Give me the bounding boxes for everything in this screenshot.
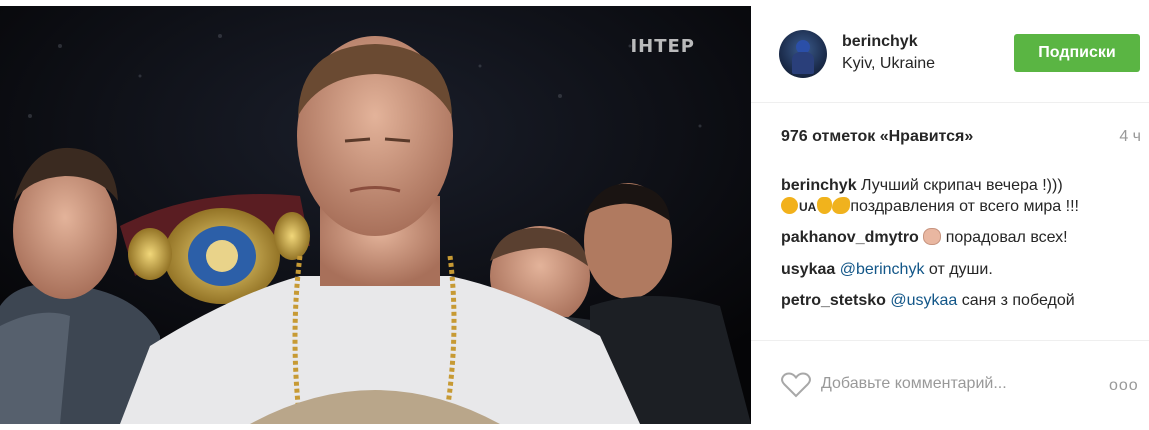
comment-mention[interactable]: @usykaa <box>890 292 957 309</box>
comments-list: berinchyk Лучший скрипач вечера !))) UA п… <box>781 176 1141 336</box>
ua-flag-icon: UA <box>799 199 817 214</box>
comment-item: pakhanov_dmytro порадовал всех! <box>781 228 1141 249</box>
comment-text: от души. <box>928 260 993 278</box>
likes-count[interactable]: 976 отметок «Нравится» <box>781 128 973 146</box>
post-header: berinchyk Kyiv, Ukraine Подписки <box>751 0 1149 103</box>
post-footer: ooo <box>751 340 1149 430</box>
comment-text-continued: поздравления от всего мира !!! <box>850 197 1079 215</box>
flexed-biceps-icon <box>832 196 851 214</box>
comment-text: Лучший скрипач вечера !))) <box>861 177 1063 194</box>
username-link[interactable]: berinchyk <box>842 33 918 51</box>
post-time[interactable]: 4 ч <box>1119 128 1141 146</box>
more-options-icon[interactable]: ooo <box>1109 377 1139 395</box>
likes-row: 976 отметок «Нравится» 4 ч <box>781 128 1141 150</box>
tv-channel-watermark: ІНТЕР <box>630 36 695 57</box>
comment-mention[interactable]: @berinchyk <box>840 261 925 278</box>
like-heart-icon[interactable] <box>781 372 811 398</box>
comment-item: usykaa @berinchyk от души. <box>781 260 1141 281</box>
following-button[interactable]: Подписки <box>1014 34 1140 72</box>
post-sidebar: berinchyk Kyiv, Ukraine Подписки 976 отм… <box>751 0 1149 429</box>
comment-username[interactable]: usykaa <box>781 261 835 278</box>
fist-icon <box>923 228 942 245</box>
comment-text: порадовал всех! <box>945 229 1068 246</box>
comment-input[interactable] <box>821 373 1061 395</box>
comment-username[interactable]: berinchyk <box>781 177 857 194</box>
location-link[interactable]: Kyiv, Ukraine <box>842 55 935 73</box>
winking-face-icon <box>781 196 798 214</box>
instagram-post: ІНТЕР berinchyk Kyiv, Ukraine Подписки 9… <box>0 0 1149 429</box>
avatar[interactable] <box>779 30 827 78</box>
comment-item: petro_stetsko @usykaa саня з победой <box>781 291 1141 312</box>
post-photo[interactable]: ІНТЕР <box>0 6 751 424</box>
comment-username[interactable]: petro_stetsko <box>781 292 886 309</box>
ok-hand-icon <box>817 196 833 214</box>
comment-item: berinchyk Лучший скрипач вечера !))) UA п… <box>781 176 1141 217</box>
avatar-body <box>792 52 814 74</box>
comment-text: саня з победой <box>961 292 1075 309</box>
comment-username[interactable]: pakhanov_dmytro <box>781 229 919 246</box>
photo-illustration <box>0 6 751 424</box>
